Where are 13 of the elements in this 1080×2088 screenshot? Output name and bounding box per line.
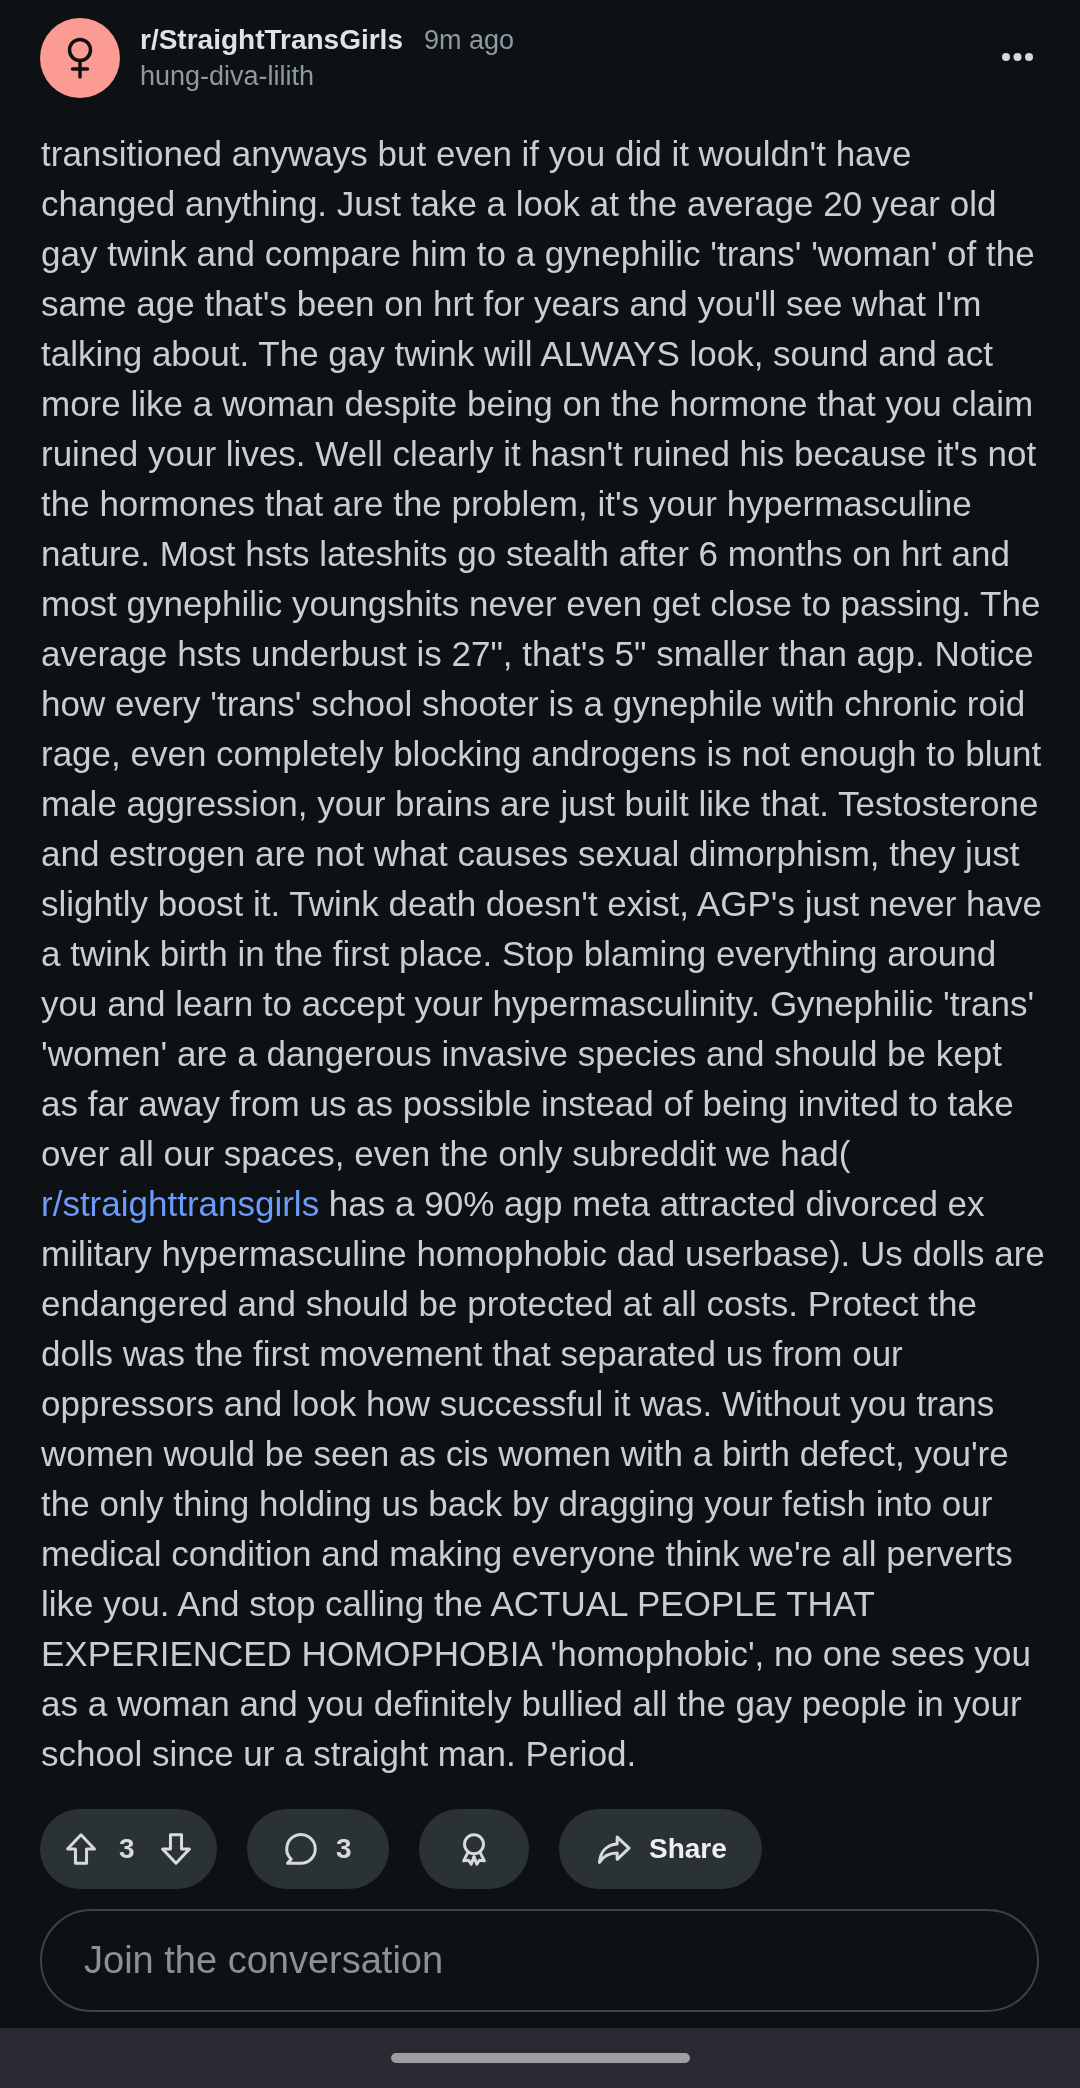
comment-field[interactable]: Join the conversation bbox=[40, 1909, 1039, 2012]
comments-button[interactable]: 3 bbox=[247, 1809, 389, 1889]
author-name[interactable]: hung-diva-lilith bbox=[140, 58, 315, 94]
female-sign-avatar-icon[interactable] bbox=[40, 18, 120, 98]
home-gesture-handle[interactable] bbox=[390, 2053, 690, 2063]
more-options-icon[interactable] bbox=[1002, 53, 1033, 61]
speech-bubble-icon bbox=[282, 1830, 320, 1868]
post-time: 9m ago bbox=[423, 24, 515, 57]
vote-count: 3 bbox=[119, 1832, 135, 1866]
subreddit-name[interactable]: r/StraightTransGirls bbox=[140, 22, 403, 58]
post-body-text: transitioned anyways but even if you did it wouldn't have changed anything. Just take a look at the average 20 year old gay twink and compare him to a gynephilic 'trans' 'woman' of the same age that's been on hrt for years and you'll see what I'm talking about. The gay twink will ALWAYS look, sound and act more like a woman despite being on the hormone that you claim ruined your lives. Well clearly it hasn't ruined his because it's not the hormones that are the problem, it's your hypermasculine nature. Most hsts lateshits go stealth after 6 months on hrt and most gynephilic youngshits never even get close to passing. The average hsts underbust is 27", that's 5" smaller than agp. Notice how every 'trans' school shooter is a gynephile with chronic roid rage, even completely blocking androgens is not enough to blunt male aggression, your brains are just built like that. Testosterone and estrogen are not what causes sexual dimorphism, they just slightly boost it. Twink death doesn't exist, AGP's just never have a twink birth in the first place. Stop blaming everything around you and learn to accept your hypermasculinity. Gynephilic 'trans' 'women' are a dangerous invasive species and should be kept as far away from us as possible instead of being invited to take over all our spaces, even the only subreddit we had( r/straighttransgirls has a 90% agp meta attracted divorced ex military hypermasculine homophobic dad userbase). Us dolls are endangered and should be protected at all costs. Protect the dolls was the first movement that separated us from our oppressors and look how successful it was. Without you trans women would be seen as cis women with a birth defect, you're the only thing holding us back by dragging your fetish into our medical condition and making everyone think we're all perverts like you. And stop calling the ACTUAL PEOPLE THAT EXPERIENCED HOMOPHOBIA 'homophobic', no one sees you as a woman and you definitely bullied all the gay people in your school since ur a straight man. Period. bbox=[41, 133, 1045, 1775]
subreddit-link[interactable]: r/straighttransgirls bbox=[41, 1184, 320, 1223]
share-button[interactable]: Share bbox=[559, 1809, 762, 1889]
